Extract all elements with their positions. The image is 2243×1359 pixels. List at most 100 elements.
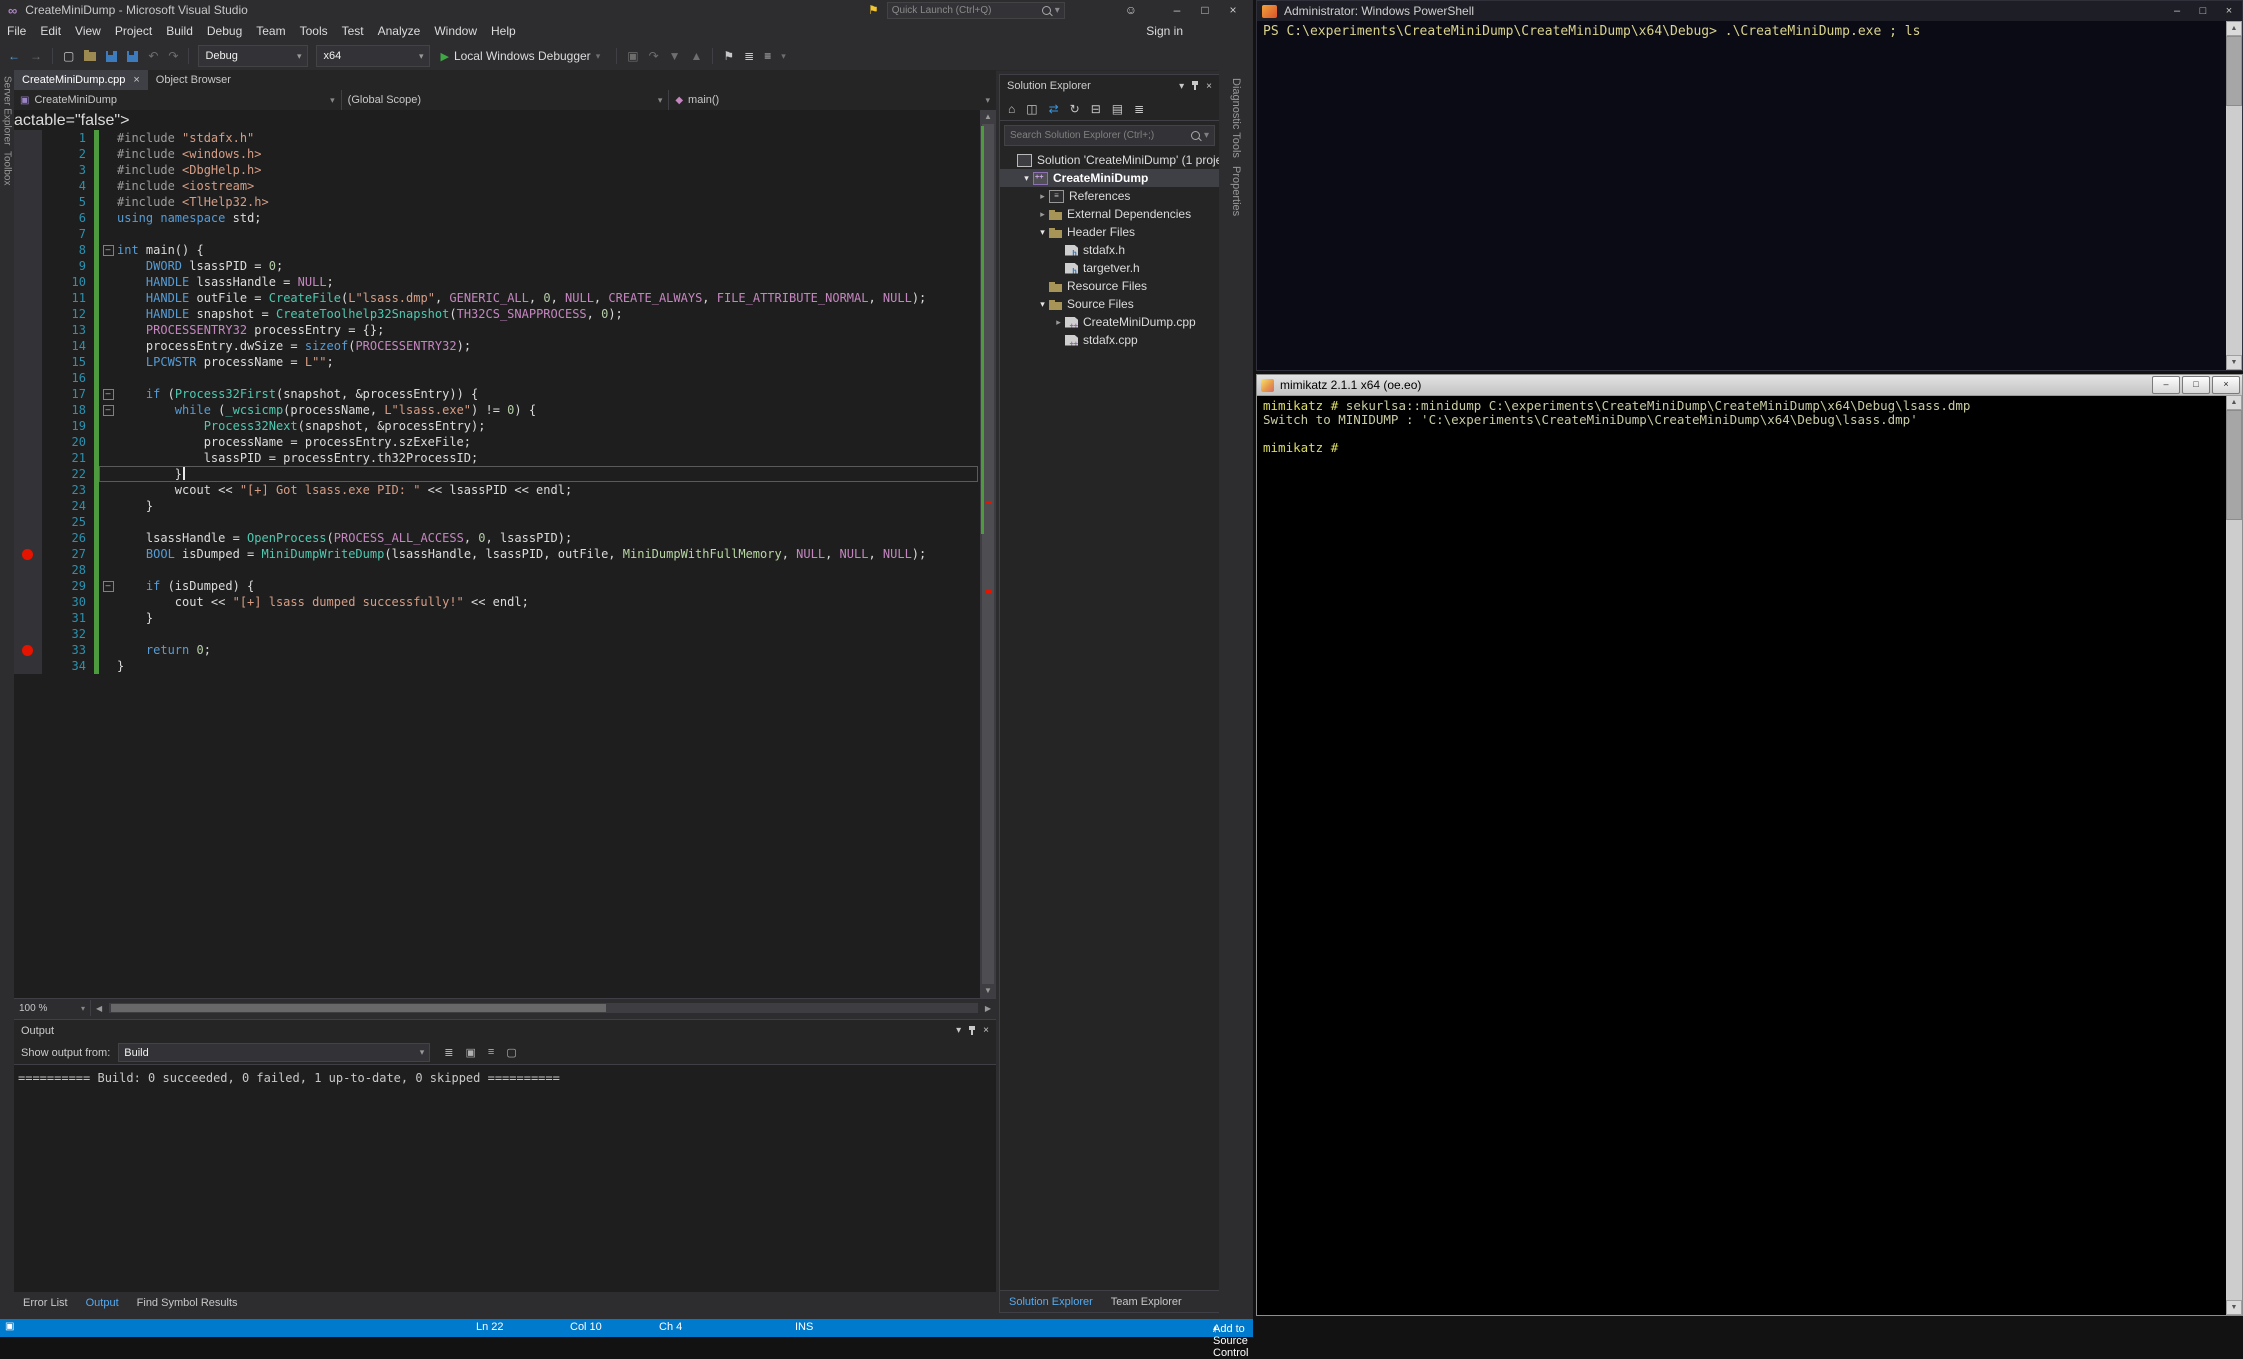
close-icon[interactable]: × (1206, 81, 1212, 92)
fold-margin[interactable] (99, 194, 117, 210)
project-dropdown[interactable]: ▣ CreateMiniDump ▾ (14, 90, 342, 110)
fold-margin[interactable] (99, 626, 117, 642)
breakpoint-margin[interactable] (14, 386, 42, 402)
scroll-up-icon[interactable]: ▲ (2226, 21, 2242, 36)
breakpoint-margin[interactable] (14, 370, 42, 386)
breakpoint-margin[interactable] (14, 594, 42, 610)
breakpoint-margin[interactable] (14, 210, 42, 226)
minimize-button[interactable]: – (2164, 5, 2190, 17)
breakpoint-margin[interactable] (14, 178, 42, 194)
close-button[interactable]: × (1219, 3, 1247, 17)
chevron-expanded-icon[interactable]: ▾ (1020, 173, 1033, 184)
menu-item-team[interactable]: Team (249, 24, 292, 38)
side-tab-server-explorer[interactable]: Server Explorer (2, 76, 13, 145)
maximize-button[interactable]: □ (2182, 376, 2210, 394)
step-icons[interactable]: ▣ (627, 49, 638, 63)
code-line[interactable]: 28 (14, 562, 980, 578)
breakpoint-margin[interactable] (14, 306, 42, 322)
chevron-expanded-icon[interactable]: ▾ (1036, 299, 1049, 310)
window-position-icon[interactable]: ▾ (956, 1025, 961, 1036)
fold-margin[interactable] (99, 466, 117, 482)
chevron-collapsed-icon[interactable]: ▸ (1052, 317, 1065, 328)
tab-find-symbol-results[interactable]: Find Symbol Results (128, 1297, 247, 1309)
code-line[interactable]: 31 } (14, 610, 980, 626)
collapse-region-icon[interactable]: – (103, 581, 114, 592)
collapse-all-icon[interactable]: ⊟ (1091, 102, 1101, 116)
step-over-icon[interactable]: ↷ (649, 49, 659, 63)
breakpoint-margin[interactable] (14, 482, 42, 498)
fold-margin[interactable] (99, 418, 117, 434)
tab-output[interactable]: Output (77, 1297, 128, 1309)
pin-icon[interactable] (1194, 82, 1196, 90)
code-line[interactable]: 2#include <windows.h> (14, 146, 980, 162)
breakpoint-icon[interactable] (22, 645, 33, 656)
menu-item-debug[interactable]: Debug (200, 24, 249, 38)
scrollbar-thumb[interactable] (2226, 410, 2242, 520)
home-icon[interactable]: ⌂ (1008, 102, 1015, 116)
step-into-icon[interactable]: ▼ (669, 49, 681, 63)
code-line[interactable]: 16 (14, 370, 980, 386)
chevron-collapsed-icon[interactable]: ▸ (1036, 209, 1049, 220)
fold-margin[interactable] (99, 274, 117, 290)
window-position-icon[interactable]: ▾ (1179, 81, 1184, 92)
side-tab-diagnostic-tools[interactable]: Diagnostic Tools (1230, 78, 1242, 158)
messages-icon[interactable]: ≣ (444, 1046, 453, 1059)
breakpoint-margin[interactable] (14, 146, 42, 162)
menu-item-tools[interactable]: Tools (293, 24, 335, 38)
code-line[interactable]: 14 processEntry.dwSize = sizeof(PROCESSE… (14, 338, 980, 354)
mimikatz-scrollbar[interactable]: ▲ ▼ (2226, 395, 2242, 1315)
fold-margin[interactable]: – (99, 402, 117, 418)
output-source-dropdown[interactable]: Build ▾ (118, 1043, 430, 1062)
code-line[interactable]: 7 (14, 226, 980, 242)
fold-margin[interactable]: – (99, 242, 117, 258)
code-line[interactable]: 34} (14, 658, 980, 674)
member-dropdown[interactable]: ◆ main() ▾ (669, 90, 996, 110)
breakpoint-icon[interactable] (22, 549, 33, 560)
editor-vertical-scrollbar[interactable]: ▲ ▼ (980, 110, 996, 998)
toolbar-options-chevron-icon[interactable]: ▾ (781, 51, 786, 62)
breakpoint-margin[interactable] (14, 530, 42, 546)
fold-margin[interactable] (99, 434, 117, 450)
breakpoint-margin[interactable] (14, 130, 42, 146)
menu-item-file[interactable]: File (0, 24, 33, 38)
scrollbar-thumb[interactable] (111, 1004, 606, 1012)
code-line[interactable]: 33 return 0; (14, 642, 980, 658)
fold-margin[interactable] (99, 594, 117, 610)
breakpoint-margin[interactable] (14, 626, 42, 642)
collapse-region-icon[interactable]: – (103, 389, 114, 400)
solution-explorer-search-input[interactable]: Search Solution Explorer (Ctrl+;) ▾ (1004, 125, 1215, 146)
fold-margin[interactable] (99, 162, 117, 178)
navigate-forward-icon[interactable]: → (30, 49, 42, 63)
code-line[interactable]: 27 BOOL isDumped = MiniDumpWriteDump(lsa… (14, 546, 980, 562)
breakpoint-margin[interactable] (14, 290, 42, 306)
maximize-button[interactable]: □ (2190, 5, 2216, 17)
properties-window-icon[interactable]: ◫ (1026, 102, 1037, 116)
close-icon[interactable]: × (983, 1025, 989, 1036)
fold-margin[interactable] (99, 562, 117, 578)
close-button[interactable]: × (2212, 376, 2240, 394)
fold-margin[interactable] (99, 146, 117, 162)
side-tab-properties[interactable]: Properties (1230, 166, 1242, 216)
fold-margin[interactable]: – (99, 386, 117, 402)
code-editor[interactable]: actable="false">1#include "stdafx.h"2#in… (14, 110, 996, 998)
code-line[interactable]: 26 lsassHandle = OpenProcess(PROCESS_ALL… (14, 530, 980, 546)
fold-margin[interactable] (99, 322, 117, 338)
fold-margin[interactable] (99, 530, 117, 546)
fold-margin[interactable] (99, 642, 117, 658)
code-line[interactable]: 3#include <DbgHelp.h> (14, 162, 980, 178)
fold-margin[interactable] (99, 514, 117, 530)
code-line[interactable]: 29– if (isDumped) { (14, 578, 980, 594)
tab-object-browser[interactable]: Object Browser (148, 70, 239, 90)
breakpoint-margin[interactable] (14, 274, 42, 290)
feedback-icon[interactable]: ☺ (1125, 3, 1137, 17)
breakpoint-margin[interactable] (14, 354, 42, 370)
powershell-titlebar[interactable]: Administrator: Windows PowerShell – □ × (1257, 1, 2242, 21)
breakpoint-margin[interactable] (14, 418, 42, 434)
fold-margin[interactable] (99, 226, 117, 242)
minimize-button[interactable]: – (2152, 376, 2180, 394)
breakpoint-margin[interactable] (14, 322, 42, 338)
scroll-up-icon[interactable]: ▲ (2226, 395, 2242, 410)
code-line[interactable]: 22 } (14, 466, 980, 482)
sync-with-active-document-icon[interactable]: ⇄ (1049, 102, 1059, 116)
code-line[interactable]: 18– while (_wcsicmp(processName, L"lsass… (14, 402, 980, 418)
